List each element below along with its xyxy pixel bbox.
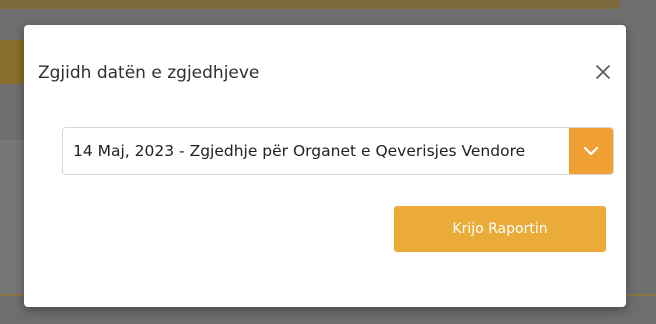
modal-title: Zgjidh datën e zgjedhjeve (38, 63, 260, 83)
select-dropdown-toggle[interactable] (569, 128, 613, 174)
screen: Zgjidh datën e zgjedhjeve 14 Maj, 2023 -… (0, 0, 656, 324)
create-report-button[interactable]: Krijo Raportin (394, 206, 606, 252)
select-election-date-modal: Zgjidh datën e zgjedhjeve 14 Maj, 2023 -… (24, 25, 626, 307)
background-panel (0, 140, 24, 300)
close-button[interactable] (590, 59, 616, 85)
close-icon (596, 65, 610, 79)
background-header-bar (0, 0, 620, 9)
election-date-selected-value: 14 Maj, 2023 - Zgjedhje për Organet e Qe… (73, 142, 526, 160)
election-date-select[interactable]: 14 Maj, 2023 - Zgjedhje për Organet e Qe… (62, 127, 614, 175)
chevron-down-icon (583, 146, 599, 156)
background-nav-tab (0, 40, 24, 84)
